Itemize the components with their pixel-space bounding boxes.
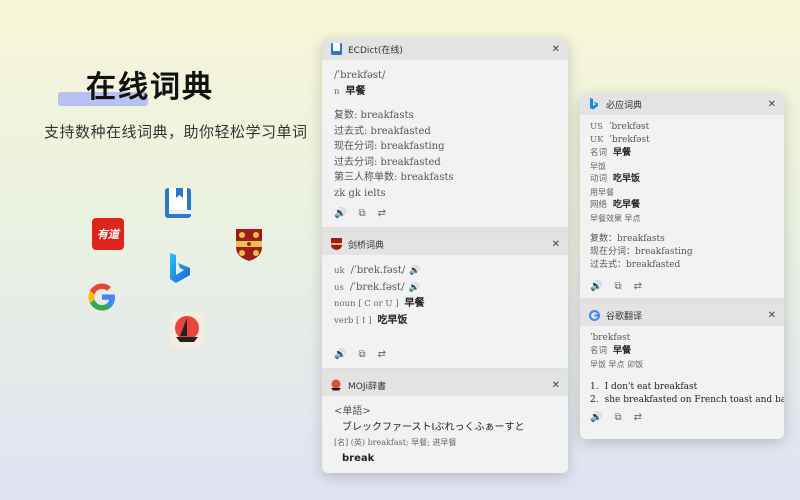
bing-icon — [588, 98, 600, 110]
google-name: 谷歌翻译 — [606, 311, 643, 322]
swap-icon[interactable]: ⇄ — [634, 281, 642, 292]
google-example-2-num: 2. — [590, 395, 599, 405]
page-subtitle: 支持数种在线词典，助你轻松学习单词 — [44, 123, 308, 141]
ecdict-header[interactable]: ECDict(在线) ✕ — [322, 38, 568, 60]
youdao-logo: 有道 — [92, 218, 124, 250]
cambridge-us-label: us — [334, 282, 344, 293]
cambridge-icon — [330, 238, 342, 250]
bing-noun-sub: 早饭 — [590, 162, 606, 171]
swap-icon[interactable]: ⇄ — [378, 349, 386, 360]
ecdict-form-past: 过去式: breakfasted — [334, 125, 431, 137]
bing-net-label: 网络 — [590, 200, 608, 210]
google-example-2: she breakfasted on French toast and baco… — [604, 395, 784, 405]
ecdict-name: ECDict(在线) — [348, 45, 403, 56]
bing-verb-label: 动词 — [590, 174, 608, 184]
bing-uk-label: UK — [590, 135, 604, 145]
cambridge-name: 剑桥词典 — [348, 240, 385, 251]
book-icon — [330, 43, 342, 55]
bing-net-sub: 早餐效果 早点 — [590, 214, 641, 223]
cambridge-uk-phonetic: /ˈbrek.fəst/ — [350, 265, 406, 276]
collapse-icon[interactable]: ✕ — [552, 44, 560, 55]
collapse-icon[interactable]: ✕ — [768, 310, 776, 321]
bing-us-label: US — [590, 122, 603, 132]
cambridge-verb-pos: verb [ I ] — [334, 315, 372, 326]
google-noun-label: 名词 — [590, 346, 608, 356]
google-header[interactable]: 谷歌翻译 ✕ — [580, 304, 784, 326]
moji-section: MOJi辞書 ✕ <单語> ブレックファーストⅠぶれっくふぁーすと [名] (英… — [322, 368, 568, 472]
moji-definition: [名] (英) breakfast; 早餐; 进早餐 — [334, 438, 457, 447]
ecdict-form-past-participle: 过去分词: breakfasted — [334, 156, 441, 168]
speaker-icon[interactable]: 🔊 — [334, 208, 346, 219]
bing-past: 过去式：breakfasted — [590, 260, 681, 270]
bing-noun-label: 名词 — [590, 148, 608, 158]
speaker-icon[interactable]: 🔊 — [590, 281, 602, 292]
copy-icon[interactable]: ⧉ — [614, 281, 621, 292]
cambridge-verb-meaning: 吃早饭 — [377, 314, 408, 326]
google-noun-meaning: 早餐 — [613, 346, 632, 356]
cambridge-header[interactable]: 剑桥词典 ✕ — [322, 233, 568, 255]
cambridge-noun-pos: noun [ C or U ] — [334, 299, 399, 309]
speaker-icon[interactable]: 🔊 — [334, 349, 346, 360]
google-logo — [86, 281, 118, 313]
ecdict-form-plural: 复数: breakfasts — [334, 110, 414, 121]
bing-header[interactable]: 必应词典 ✕ — [580, 93, 784, 115]
moji-word: break — [342, 452, 375, 464]
dictionary-panel-left: ECDict(在线) ✕ /ˈbrekfəst/ n 早餐 复数: breakfa… — [322, 38, 568, 473]
google-icon — [588, 309, 600, 321]
bing-verb-meaning: 吃早饭 — [613, 174, 641, 184]
moji-reading: ブレックファーストⅠぶれっくふぁーすと — [342, 421, 525, 433]
moji-tag: <单語> — [334, 406, 371, 417]
copy-icon[interactable]: ⧉ — [358, 208, 365, 219]
cambridge-us-phonetic: /ˈbrek.fəst/ — [349, 281, 405, 293]
swap-icon[interactable]: ⇄ — [378, 208, 386, 219]
bing-name: 必应词典 — [606, 100, 643, 111]
ecdict-phonetic: /ˈbrekfəst/ — [334, 70, 386, 81]
bing-verb-sub: 用早餐 — [590, 188, 614, 197]
bing-plural: 复数：breakfasts — [590, 234, 665, 244]
cambridge-section: 剑桥词典 ✕ uk/ˈbrek.fəst/🔊 us/ˈbrek.fəst/🔊 n… — [322, 227, 568, 368]
bing-logo — [166, 251, 194, 285]
moji-name: MOJi辞書 — [348, 381, 387, 392]
moji-header[interactable]: MOJi辞書 ✕ — [322, 374, 568, 396]
moji-logo — [170, 313, 204, 347]
ecdict-pos: n — [334, 86, 340, 97]
ecdict-meaning: 早餐 — [345, 85, 366, 97]
google-section: 谷歌翻译 ✕ ˈbrekfəst 名词 早餐 早饭 早点 卯饭 1. I don't… — [580, 298, 784, 429]
ecdict-section: ECDict(在线) ✕ /ˈbrekfəst/ n 早餐 复数: breakfa… — [322, 38, 568, 227]
moji-icon — [330, 379, 342, 391]
bing-uk-phonetic: ˈbrekfəst — [609, 135, 650, 145]
google-example-1-num: 1. — [590, 382, 599, 392]
speaker-icon[interactable]: 🔊 — [590, 412, 602, 423]
google-example-1: I don't eat breakfast — [604, 382, 698, 392]
google-phonetic: ˈbrekfəst — [590, 333, 631, 343]
dictionary-panel-right: 必应词典 ✕ US ˈbrekfəst UK ˈbrekfəst 名词 早餐 早饭 动… — [580, 93, 784, 439]
page-title: 在线词典 — [86, 70, 214, 105]
ecdict-tags: zk gk ielts — [334, 187, 386, 199]
swap-icon[interactable]: ⇄ — [634, 412, 642, 423]
cambridge-uk-label: uk — [334, 266, 345, 276]
collapse-icon[interactable]: ✕ — [768, 99, 776, 110]
ecdict-form-present-participle: 现在分词: breakfasting — [334, 141, 445, 152]
ecdict-form-third-person: 第三人称单数: breakfasts — [334, 172, 454, 183]
cambridge-noun-meaning: 早餐 — [404, 298, 425, 309]
bing-present-participle: 现在分词：breakfasting — [590, 247, 693, 257]
collapse-icon[interactable]: ✕ — [552, 239, 560, 250]
copy-icon[interactable]: ⧉ — [614, 412, 621, 423]
speaker-icon[interactable]: 🔊 — [408, 283, 419, 293]
cambridge-logo — [234, 227, 264, 263]
google-noun-sub: 早饭 早点 卯饭 — [590, 360, 644, 369]
bing-noun-meaning: 早餐 — [613, 148, 632, 158]
speaker-icon[interactable]: 🔊 — [409, 266, 420, 276]
collapse-icon[interactable]: ✕ — [552, 380, 560, 391]
copy-icon[interactable]: ⧉ — [358, 349, 365, 360]
bing-us-phonetic: ˈbrekfəst — [609, 122, 650, 132]
ecdict-book-logo — [163, 186, 193, 220]
bing-section: 必应词典 ✕ US ˈbrekfəst UK ˈbrekfəst 名词 早餐 早饭 动… — [580, 93, 784, 298]
bing-net-meaning: 吃早餐 — [613, 200, 641, 210]
